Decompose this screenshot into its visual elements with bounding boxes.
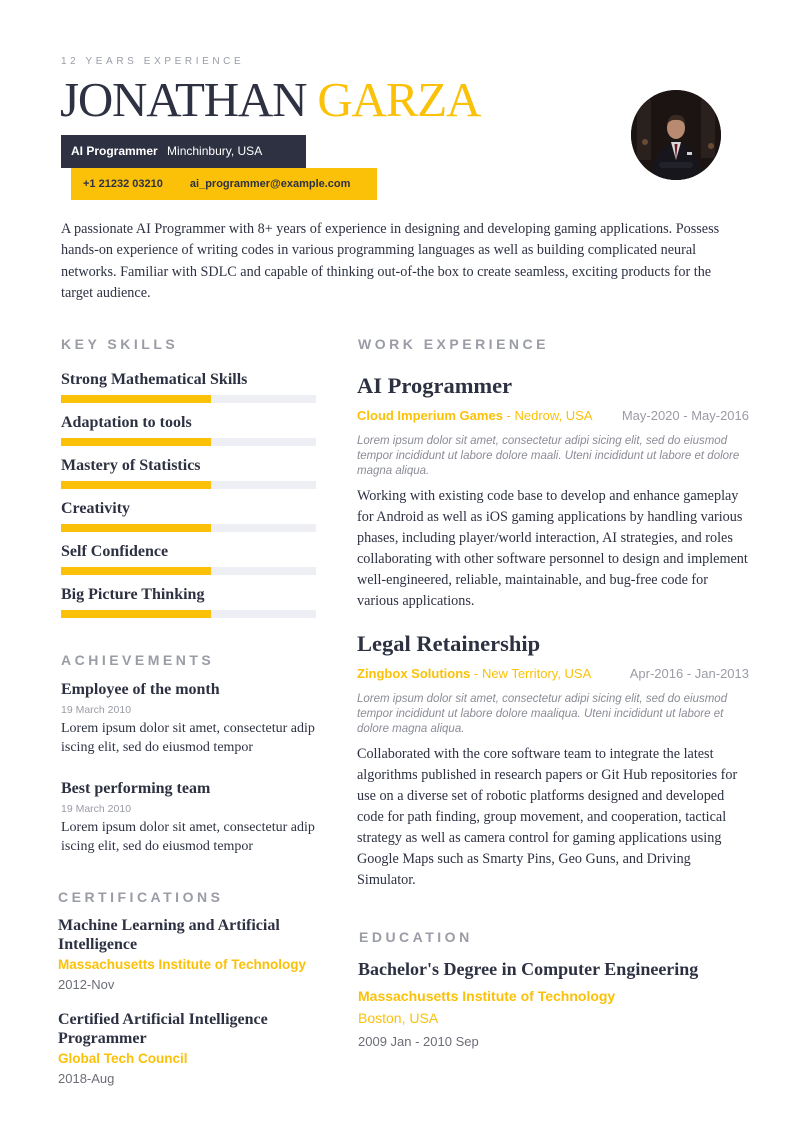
education-school: Massachusetts Institute of Technology [358,988,616,1004]
experience-label: 12 YEARS EXPERIENCE [61,56,245,67]
skill-bar-track [61,438,316,446]
certification-org: Global Tech Council [58,1051,188,1066]
skill-bar-track [61,395,316,403]
first-name: JONATHAN [60,72,307,127]
candidate-name: JONATHAN GARZA [60,72,481,128]
skill-bar-fill [61,395,212,403]
job-meta: Zingbox Solutions - New Territory, USA A… [357,664,749,684]
job-role: Legal Retainership [357,631,541,656]
certification-date: 2018-Aug [58,1071,115,1086]
skill-bar-fill [61,567,212,575]
job-title: AI Programmer [71,144,158,158]
education-degree: Bachelor's Degree in Computer Engineerin… [358,959,699,979]
job-location: - Nedrow, USA [502,408,593,423]
skill-label: Self Confidence [61,543,169,560]
achievements-heading: ACHIEVEMENTS [61,652,215,668]
certification-item: Certified Artificial Intelligence Progra… [58,1011,328,1088]
skill-bar-fill [61,610,212,618]
skill-bar-fill [61,438,212,446]
skill-label: Mastery of Statistics [61,457,201,474]
achievement-date: 19 March 2010 [61,803,132,815]
skill-bar-track [61,481,316,489]
work-experience-heading: WORK EXPERIENCE [358,336,549,352]
job-company: Cloud Imperium Games [357,408,503,423]
skill-bar-track [61,524,316,532]
skill-label: Creativity [61,500,131,517]
achievement-date: 19 March 2010 [61,704,132,716]
achievement-item: Employee of the month 19 March 2010 Lore… [61,680,331,757]
certification-date: 2012-Nov [58,977,115,992]
education-location: Boston, USA [358,1010,439,1026]
job-entry: AI Programmer Cloud Imperium Games - Ned… [357,372,749,612]
location: Minchinbury, USA [167,144,263,158]
skill-item: Mastery of Statistics [61,456,316,489]
skill-bar-fill [61,481,212,489]
education-heading: EDUCATION [359,929,473,945]
title-location-bar: AI Programmer Minchinbury, USA [61,135,306,168]
avatar [631,90,721,180]
skill-item: Creativity [61,499,316,532]
certification-title: Machine Learning and Artificial Intellig… [58,917,280,953]
job-meta: Cloud Imperium Games - Nedrow, USA May-2… [357,406,749,426]
skill-bar-track [61,567,316,575]
job-location: - New Territory, USA [470,666,592,681]
skill-bar-track [61,610,316,618]
skill-item: Adaptation to tools [61,413,316,446]
job-summary: Lorem ipsum dolor sit amet, consectetur … [357,693,728,736]
achievement-text: Lorem ipsum dolor sit amet, consectetur … [61,820,315,854]
job-dates: May-2020 - May-2016 [621,408,749,423]
last-name: GARZA [317,72,481,127]
education-dates: 2009 Jan - 2010 Sep [358,1034,479,1049]
job-company: Zingbox Solutions [357,666,471,681]
contact-bar: +1 21232 03210 ai_programmer@example.com [71,168,377,200]
key-skills-heading: KEY SKILLS [61,336,179,352]
achievement-text: Lorem ipsum dolor sit amet, consectetur … [61,721,315,755]
profile-summary: A passionate AI Programmer with 8+ years… [61,221,720,301]
achievement-title: Employee of the month [61,681,220,698]
certification-org: Massachusetts Institute of Technology [58,957,307,972]
job-description: Collaborated with the core software team… [357,745,738,888]
skill-label: Strong Mathematical Skills [61,371,248,388]
certification-item: Machine Learning and Artificial Intellig… [58,917,328,994]
skill-item: Self Confidence [61,542,316,575]
skill-label: Adaptation to tools [61,414,192,431]
education-entry: Bachelor's Degree in Computer Engineerin… [358,957,758,1052]
certification-title: Certified Artificial Intelligence Progra… [58,1011,268,1047]
skill-bar-fill [61,524,212,532]
achievement-item: Best performing team 19 March 2010 Lorem… [61,779,331,856]
certifications-heading: CERTIFICATIONS [58,889,224,905]
skill-item: Strong Mathematical Skills [61,370,316,403]
job-role: AI Programmer [357,373,513,398]
skill-label: Big Picture Thinking [61,586,205,603]
skill-item: Big Picture Thinking [61,585,316,618]
job-summary: Lorem ipsum dolor sit amet, consectetur … [357,435,740,478]
achievement-title: Best performing team [61,780,211,797]
phone[interactable]: +1 21232 03210 [83,178,163,190]
job-entry: Legal Retainership Zingbox Solutions - N… [357,630,749,891]
email[interactable]: ai_programmer@example.com [190,178,351,190]
person-photo-icon [631,90,721,180]
job-description: Working with existing code base to devel… [357,487,748,609]
job-dates: Apr-2016 - Jan-2013 [629,666,749,681]
